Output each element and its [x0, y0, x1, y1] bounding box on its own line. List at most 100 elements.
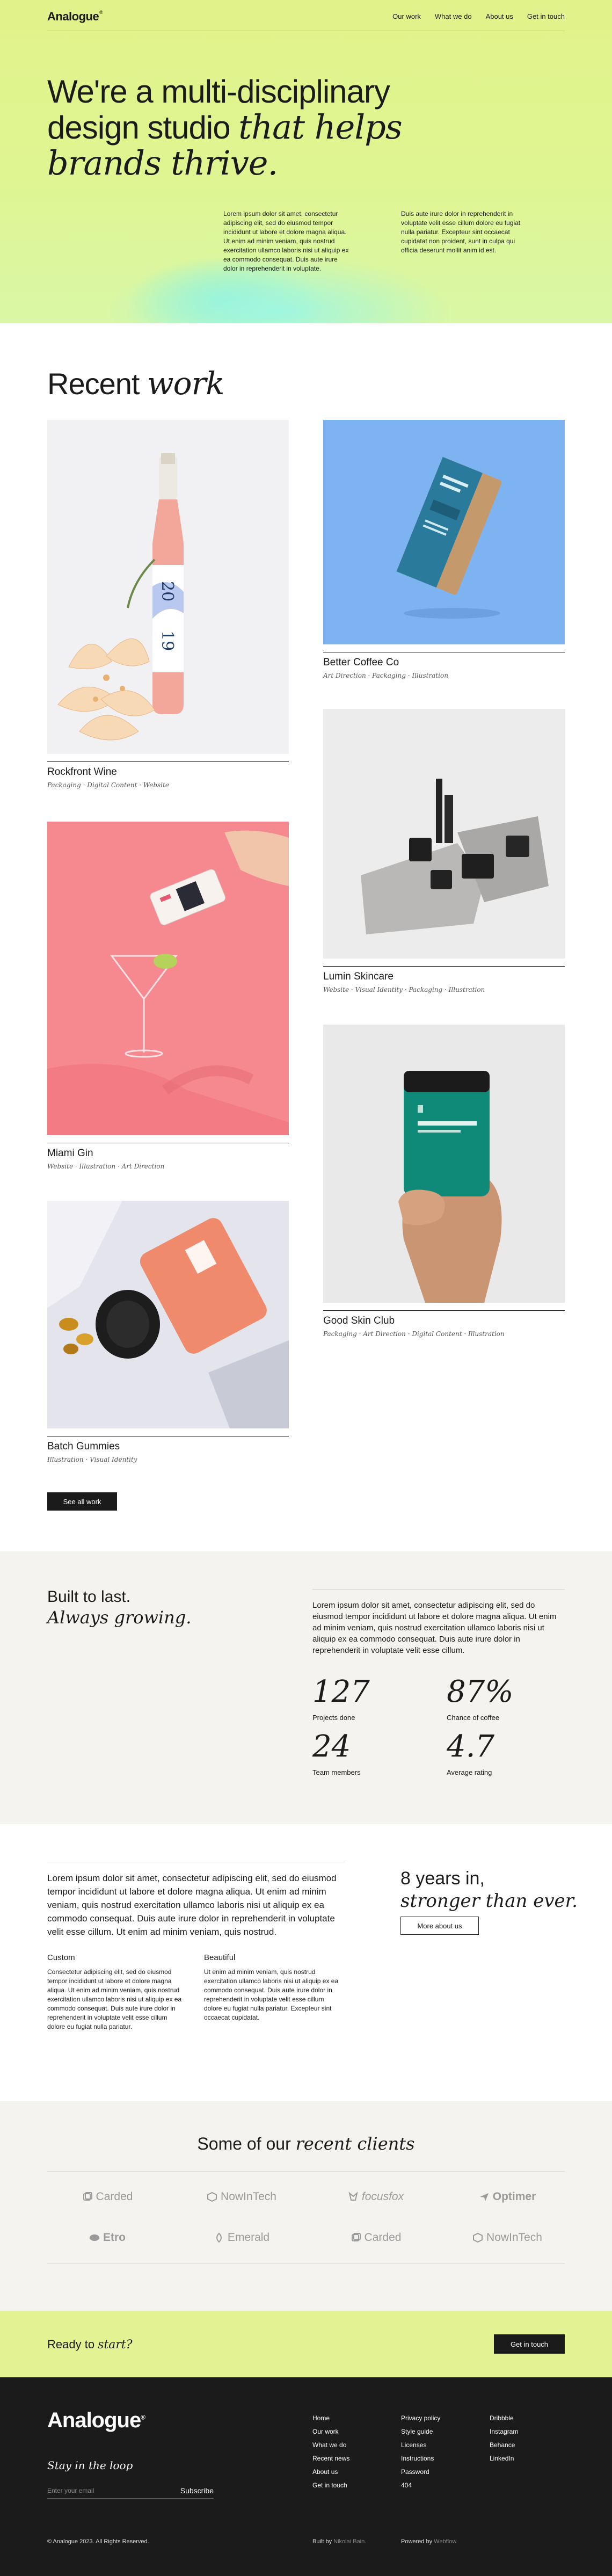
- stack-icon: [351, 2233, 361, 2241]
- project-tags: Packaging · Digital Content · Website: [47, 781, 169, 789]
- see-all-work-button[interactable]: See all work: [47, 1492, 117, 1511]
- project-tags: Website · Illustration · Art Direction: [47, 1163, 165, 1170]
- about-col-title: Custom: [47, 1953, 75, 1962]
- project-title[interactable]: Lumin Skincare: [323, 971, 565, 983]
- stat-value: 127: [312, 1674, 370, 1709]
- recent-work-title: Recent work: [47, 365, 224, 402]
- powered-by: Powered by Webflow.: [401, 2538, 458, 2545]
- powered-by-link[interactable]: Webflow.: [434, 2538, 457, 2545]
- stat-value: 4.7: [447, 1729, 495, 1764]
- stats-title: Built to last. Always growing.: [47, 1588, 192, 1628]
- client-logo-nowintech: NowInTech: [196, 2190, 287, 2203]
- client-logo-carded-2: Carded: [330, 2231, 421, 2244]
- more-about-us-button[interactable]: More about us: [400, 1917, 479, 1935]
- footer-link[interactable]: Recent news: [312, 2452, 349, 2465]
- clients-divider: [47, 2171, 565, 2172]
- project-card-rockfront-wine[interactable]: 20 19 Rockfront Wine Packaging · Digital…: [47, 420, 289, 789]
- newsletter-form: Subscribe: [47, 2483, 214, 2499]
- project-title[interactable]: Rockfront Wine: [47, 766, 289, 778]
- project-tags: Website · Visual Identity · Packaging · …: [323, 986, 485, 993]
- nav-get-in-touch[interactable]: Get in touch: [527, 12, 565, 20]
- about-col-text: Ut enim ad minim veniam, quis nostrud ex…: [204, 1968, 339, 2021]
- about-col-title: Beautiful: [204, 1953, 236, 1962]
- newsletter-title: Stay in the loop: [47, 2459, 133, 2472]
- clients-divider: [47, 2263, 565, 2264]
- copyright: © Analogue 2023. All Rights Reserved.: [47, 2538, 149, 2545]
- client-logo-optimer: Optimer: [462, 2190, 553, 2203]
- fox-icon: [348, 2192, 358, 2201]
- subscribe-button[interactable]: Subscribe: [180, 2486, 214, 2495]
- footer-link[interactable]: Licenses: [401, 2439, 440, 2452]
- project-title[interactable]: Batch Gummies: [47, 1441, 289, 1453]
- footer-link[interactable]: Instagram: [490, 2425, 518, 2439]
- footer-link[interactable]: Dribbble: [490, 2412, 518, 2425]
- hero-paragraph-2: Duis aute irure dolor in reprehenderit i…: [401, 210, 521, 254]
- footer-link[interactable]: Password: [401, 2465, 440, 2479]
- jar-illustration: [323, 1025, 565, 1303]
- client-logo-focusfox: focusfox: [330, 2190, 421, 2203]
- footer-col-utility: Privacy policy Style guide Licenses Inst…: [401, 2412, 440, 2492]
- footer-link[interactable]: Behance: [490, 2439, 518, 2452]
- project-image-better-coffee[interactable]: [323, 420, 565, 644]
- project-title[interactable]: Better Coffee Co: [323, 657, 565, 669]
- project-card-lumin-skincare[interactable]: Lumin Skincare Website · Visual Identity…: [323, 709, 565, 993]
- project-divider: [323, 1310, 565, 1311]
- project-image-lumin-skincare[interactable]: [323, 709, 565, 959]
- clients-section: Some of our recent clients Carded NowInT…: [0, 2101, 612, 2311]
- about-col-beautiful: Beautiful Ut enim ad minim veniam, quis …: [204, 1953, 344, 2022]
- footer-logo[interactable]: Analogue®: [47, 2408, 145, 2433]
- svg-text:19: 19: [158, 630, 177, 651]
- nav-about-us[interactable]: About us: [486, 12, 513, 20]
- nav-our-work[interactable]: Our work: [392, 12, 421, 20]
- svg-text:20: 20: [158, 581, 177, 601]
- footer-link[interactable]: What we do: [312, 2439, 349, 2452]
- project-tags: Art Direction · Packaging · Illustration: [323, 672, 448, 679]
- nav-links: Our work What we do About us Get in touc…: [392, 12, 565, 20]
- get-in-touch-button[interactable]: Get in touch: [494, 2334, 565, 2354]
- hero-line-3: brands thrive.: [47, 143, 278, 183]
- project-title[interactable]: Good Skin Club: [323, 1315, 565, 1327]
- client-logo-etro: Etro: [62, 2231, 153, 2244]
- project-image-rockfront-wine[interactable]: 20 19: [47, 420, 289, 754]
- footer-link[interactable]: Home: [312, 2412, 349, 2425]
- logo[interactable]: Analogue ®: [47, 10, 103, 24]
- skincare-illustration: [323, 709, 565, 959]
- stat-team: 24 Team members: [312, 1729, 431, 1777]
- footer-link[interactable]: Privacy policy: [401, 2412, 440, 2425]
- built-by-link[interactable]: Nikolai Bain.: [333, 2538, 366, 2545]
- project-card-miami-gin[interactable]: Miami Gin Website · Illustration · Art D…: [47, 822, 289, 1170]
- project-card-batch-gummies[interactable]: Batch Gummies Illustration · Visual Iden…: [47, 1201, 289, 1463]
- footer-link[interactable]: About us: [312, 2465, 349, 2479]
- leaf-icon: [216, 2232, 222, 2243]
- project-image-miami-gin[interactable]: [47, 822, 289, 1135]
- footer-link[interactable]: Instructions: [401, 2452, 440, 2465]
- project-card-good-skin-club[interactable]: Good Skin Club Packaging · Art Direction…: [323, 1025, 565, 1338]
- stats-section: Built to last. Always growing. Lorem ipsu…: [0, 1551, 612, 1824]
- footer-link[interactable]: 404: [401, 2479, 440, 2492]
- footer-link[interactable]: Get in touch: [312, 2479, 349, 2492]
- box-icon: [473, 2232, 483, 2243]
- built-by: Built by Nikolai Bain.: [312, 2538, 367, 2545]
- hero-line-2a: design studio: [47, 110, 239, 146]
- footer-link[interactable]: Style guide: [401, 2425, 440, 2439]
- about-section: Lorem ipsum dolor sit amet, consectetur …: [0, 1824, 612, 2101]
- email-input[interactable]: [47, 2486, 155, 2494]
- project-image-good-skin-club[interactable]: [323, 1025, 565, 1303]
- about-lead: Lorem ipsum dolor sit amet, consectetur …: [47, 1873, 337, 1937]
- about-col-text: Consectetur adipiscing elit, sed do eius…: [47, 1968, 182, 2030]
- project-image-batch-gummies[interactable]: [47, 1201, 289, 1428]
- project-card-better-coffee[interactable]: Better Coffee Co Art Direction · Packagi…: [323, 420, 565, 679]
- footer-link[interactable]: Our work: [312, 2425, 349, 2439]
- blob-icon: [90, 2234, 99, 2241]
- nav-what-we-do[interactable]: What we do: [435, 12, 472, 20]
- box-icon: [207, 2192, 217, 2202]
- project-title[interactable]: Miami Gin: [47, 1148, 289, 1159]
- hero-paragraph-1: Lorem ipsum dolor sit amet, consectetur …: [223, 210, 349, 272]
- stat-value: 87%: [447, 1674, 514, 1709]
- years-heading: 8 years in, stronger than ever.: [400, 1868, 578, 1912]
- gin-can-illustration: [47, 822, 289, 1135]
- footer-link[interactable]: LinkedIn: [490, 2452, 518, 2465]
- project-divider: [47, 761, 289, 762]
- stat-value: 24: [312, 1729, 351, 1764]
- recent-work-section: Recent work 20 19 Rockfront Wine Packagi…: [0, 323, 612, 1551]
